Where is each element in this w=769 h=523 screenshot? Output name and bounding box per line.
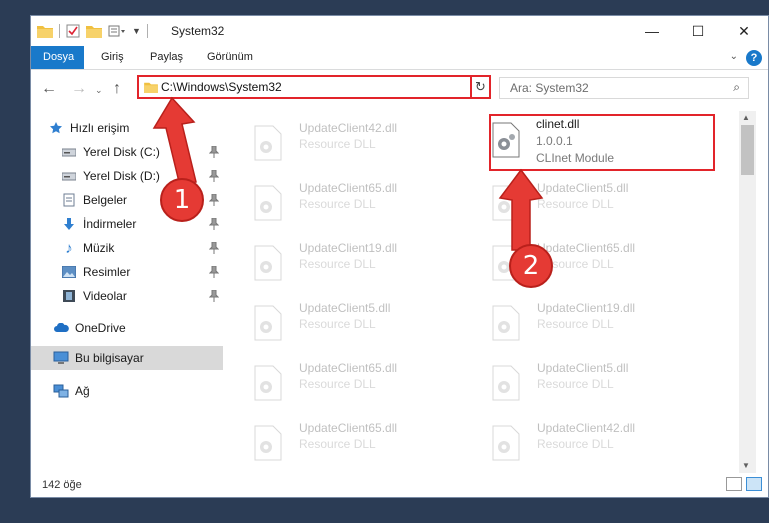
arrow-1 xyxy=(152,96,197,187)
callout-badge-1: 1 xyxy=(160,178,204,222)
annotation-overlay xyxy=(152,96,544,251)
arrow-2 xyxy=(498,168,544,251)
callout-badge-2: 2 xyxy=(509,244,553,288)
